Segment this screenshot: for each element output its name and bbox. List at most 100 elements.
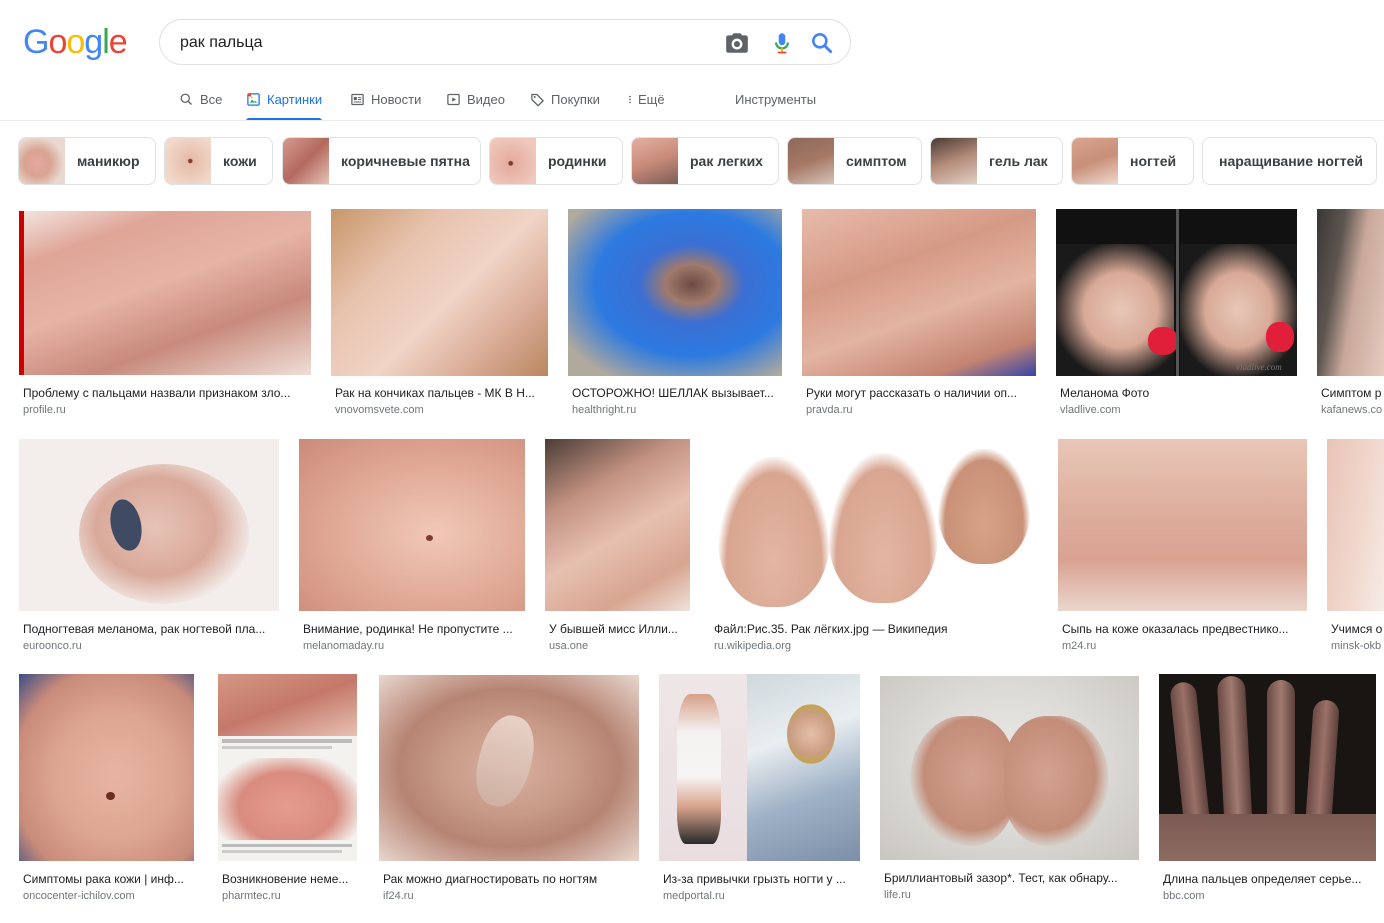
result-title: Рак на кончиках пальцев - МК В Н... xyxy=(335,386,535,400)
image-result[interactable]: Файл:Рис.35. Рак лёгких.jpg — Википедия … xyxy=(710,439,1038,653)
chip-thumbnail xyxy=(490,138,536,184)
chip-thumbnail xyxy=(283,138,329,184)
result-image xyxy=(659,674,860,861)
result-source: medportal.ru xyxy=(663,890,725,902)
tools-button[interactable]: Инструменты xyxy=(735,78,816,120)
tab-video[interactable]: Видео xyxy=(446,78,505,120)
image-result[interactable]: Бриллиантовый зазор*. Тест, как обнару..… xyxy=(880,676,1139,903)
image-result[interactable]: ОСТОРОЖНО! ШЕЛЛАК вызывает... healthrigh… xyxy=(568,209,782,417)
camera-icon[interactable] xyxy=(724,30,750,56)
image-result[interactable]: Проблему с пальцами назвали признаком зл… xyxy=(19,211,311,417)
image-result[interactable]: Рак можно диагностировать по ногтям if24… xyxy=(379,675,639,903)
result-title: Руки могут рассказать о наличии оп... xyxy=(806,386,1017,400)
result-source: euroonco.ru xyxy=(23,640,82,652)
tab-news[interactable]: Новости xyxy=(350,78,421,120)
chip-lung-cancer[interactable]: рак легких xyxy=(631,137,779,185)
result-image xyxy=(1159,674,1376,861)
result-source: usa.one xyxy=(549,640,589,652)
news-icon xyxy=(351,93,364,105)
chip-label: родинки xyxy=(548,153,607,169)
result-source: melanomaday.ru xyxy=(303,640,385,652)
search-icon[interactable] xyxy=(809,30,835,56)
chip-label: кожи xyxy=(223,153,257,169)
result-image xyxy=(218,674,357,861)
tab-more[interactable]: Ещё xyxy=(625,78,665,120)
result-title: Проблему с пальцами назвали признаком зл… xyxy=(23,386,291,400)
result-title: Симптом р xyxy=(1321,386,1382,400)
result-source: profile.ru xyxy=(23,404,66,416)
image-result[interactable]: Возникновение неме... pharmtec.ru xyxy=(218,674,357,903)
result-source: ru.wikipedia.org xyxy=(714,640,792,652)
tab-images[interactable]: Картинки xyxy=(246,78,323,121)
chip-moles[interactable]: родинки xyxy=(489,137,623,185)
result-title: Длина пальцев определяет серье... xyxy=(1163,872,1362,886)
result-image xyxy=(19,439,279,611)
chip-manicure[interactable]: маникюр xyxy=(18,137,156,185)
chip-label: рак легких xyxy=(690,153,763,169)
result-title: Рак можно диагностировать по ногтям xyxy=(383,872,598,886)
chip-brown-spots[interactable]: коричневые пятна xyxy=(282,137,481,185)
search-box xyxy=(159,19,851,65)
result-source: life.ru xyxy=(884,889,911,901)
image-result[interactable]: Длина пальцев определяет серье... bbc.co… xyxy=(1159,674,1376,903)
result-source: if24.ru xyxy=(383,890,414,902)
result-image xyxy=(19,211,311,375)
chip-skin[interactable]: кожи xyxy=(164,137,273,185)
image-result[interactable]: Из-за привычки грызть ногти у ... medpor… xyxy=(659,674,860,903)
tab-label: Ещё xyxy=(638,91,665,107)
image-result[interactable]: Учимся о minsk-okb xyxy=(1327,439,1384,653)
result-title: Подногтевая меланома, рак ногтевой пла..… xyxy=(23,622,266,636)
chip-gel-polish[interactable]: гель лак xyxy=(930,137,1063,185)
search-tabs: Все Картинки Новости Видео Покупки Ещё И… xyxy=(0,78,1384,121)
result-title: Возникновение неме... xyxy=(222,872,349,886)
result-image xyxy=(568,209,782,376)
chip-thumbnail xyxy=(788,138,834,184)
tab-all[interactable]: Все xyxy=(179,78,222,120)
image-result[interactable]: vladlive.com Меланома Фото vladlive.com xyxy=(1056,209,1297,417)
mic-icon[interactable] xyxy=(769,30,795,56)
result-title: У бывшей мисс Илли... xyxy=(549,622,678,636)
result-image xyxy=(1317,209,1384,376)
related-chips: маникюр кожи коричневые пятна родинки ра… xyxy=(18,137,1384,185)
result-image xyxy=(1327,439,1384,611)
result-image: vladlive.com xyxy=(1056,209,1297,376)
result-source: vnovomsvete.com xyxy=(335,404,424,416)
chip-thumbnail xyxy=(632,138,678,184)
image-result[interactable]: Симптом р kafanews.co xyxy=(1317,209,1384,417)
image-result[interactable]: Подногтевая меланома, рак ногтевой пла..… xyxy=(19,439,279,653)
image-result[interactable]: Рак на кончиках пальцев - МК В Н... vnov… xyxy=(331,209,548,417)
result-image xyxy=(545,439,690,611)
image-icon xyxy=(247,92,260,106)
image-result[interactable]: У бывшей мисс Илли... usa.one xyxy=(545,439,690,653)
tab-label: Покупки xyxy=(551,91,600,107)
image-result[interactable]: Симптомы рака кожи | инф... oncocenter-i… xyxy=(19,674,194,903)
chip-label: симптом xyxy=(846,153,907,169)
chip-nails[interactable]: ногтей xyxy=(1071,137,1194,185)
image-result[interactable]: Внимание, родинка! Не пропустите ... mel… xyxy=(299,439,525,653)
tab-label: Картинки xyxy=(267,91,323,107)
result-title: Внимание, родинка! Не пропустите ... xyxy=(303,622,513,636)
chip-label: маникюр xyxy=(77,153,140,169)
result-source: bbc.com xyxy=(1163,890,1205,902)
chip-nail-extension[interactable]: наращивание ногтей xyxy=(1202,137,1377,185)
tab-shopping[interactable]: Покупки xyxy=(530,78,600,120)
result-image xyxy=(802,209,1036,376)
image-result[interactable]: Сыпь на коже оказалась предвестнико... m… xyxy=(1058,439,1307,653)
result-source: healthright.ru xyxy=(572,404,637,416)
image-result[interactable]: Руки могут рассказать о наличии оп... pr… xyxy=(802,209,1036,417)
tools-label: Инструменты xyxy=(735,91,817,107)
header-divider xyxy=(0,120,1384,121)
tab-label: Новости xyxy=(371,91,422,107)
chip-symptom[interactable]: симптом xyxy=(787,137,922,185)
page: Google Все Картинки Новости Видео xyxy=(0,0,1384,923)
result-title: Симптомы рака кожи | инф... xyxy=(23,872,184,886)
result-title: Сыпь на коже оказалась предвестнико... xyxy=(1062,622,1289,636)
video-icon xyxy=(447,93,460,105)
chip-label: ногтей xyxy=(1130,153,1177,169)
result-source: kafanews.co xyxy=(1321,404,1383,416)
result-image xyxy=(379,675,639,861)
result-title: ОСТОРОЖНО! ШЕЛЛАК вызывает... xyxy=(572,386,774,400)
search-input[interactable] xyxy=(180,31,700,55)
tag-icon xyxy=(531,93,544,106)
google-logo[interactable]: Google xyxy=(23,24,128,60)
